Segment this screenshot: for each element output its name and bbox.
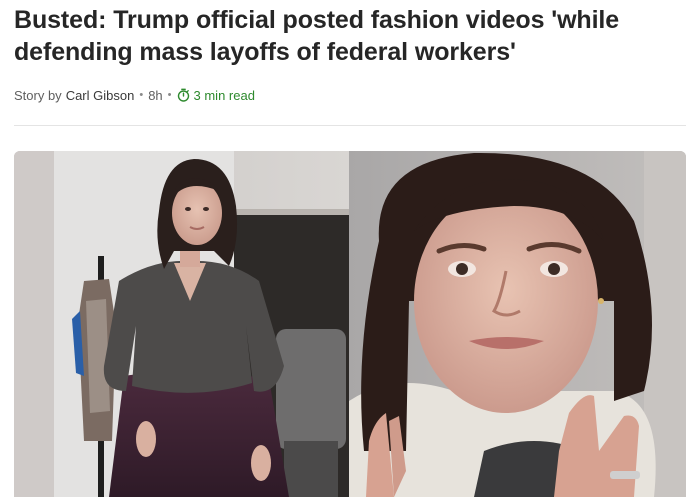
story-by-label: Story by: [14, 87, 62, 103]
stopwatch-icon: [177, 88, 189, 102]
publish-age: 8h: [148, 87, 163, 103]
left-photo-panel: [14, 151, 349, 497]
article-headline: Busted: Trump official posted fashion vi…: [14, 6, 620, 66]
hero-photo-composite: [14, 151, 686, 497]
byline-separator: •: [139, 89, 144, 101]
article-hero-image[interactable]: [14, 151, 686, 497]
header-divider: [14, 125, 686, 126]
byline-separator: •: [167, 89, 172, 101]
author-link[interactable]: Carl Gibson: [66, 88, 135, 103]
right-photo-panel: [349, 151, 686, 497]
read-time-label: 3 min read: [193, 87, 255, 103]
read-time: 3 min read: [177, 88, 255, 103]
article-byline: Story by Carl Gibson • 8h • 3 min read: [14, 86, 255, 104]
